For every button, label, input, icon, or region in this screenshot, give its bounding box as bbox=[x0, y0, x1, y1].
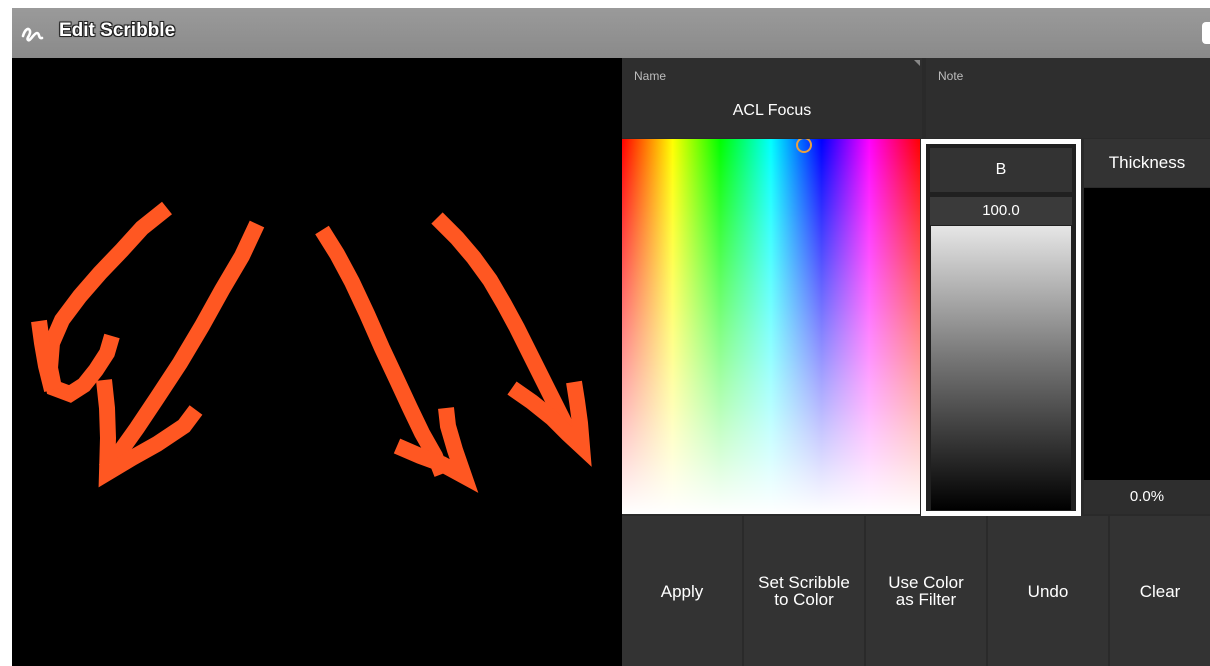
brightness-channel-label: B bbox=[930, 148, 1072, 192]
color-panel: Name ACL Focus Note B 100.0 Thickness 0.… bbox=[622, 58, 1210, 666]
thickness-value: 0.0% bbox=[1084, 480, 1210, 514]
window-title: Edit Scribble bbox=[59, 20, 176, 41]
set-scribble-to-color-button[interactable]: Set Scribble to Color bbox=[744, 516, 864, 666]
scribble-strokes bbox=[31, 201, 592, 493]
brightness-slider[interactable] bbox=[931, 226, 1071, 510]
use-color-as-filter-button[interactable]: Use Color as Filter bbox=[866, 516, 986, 666]
thickness-slider[interactable] bbox=[1084, 188, 1210, 480]
scribble-drawing bbox=[31, 201, 592, 493]
color-spectrum-picker[interactable] bbox=[622, 139, 920, 514]
name-label: Name bbox=[634, 69, 667, 83]
use-color-button-label: Use Color as Filter bbox=[888, 573, 964, 609]
apply-button-label: Apply bbox=[660, 581, 704, 601]
title-bar: Edit Scribble bbox=[12, 8, 1210, 58]
name-field[interactable]: Name ACL Focus bbox=[622, 58, 922, 138]
saturation-gradient bbox=[622, 139, 920, 514]
note-label: Note bbox=[938, 69, 964, 83]
brightness-value: 100.0 bbox=[930, 197, 1072, 225]
clear-button-label: Clear bbox=[1139, 581, 1181, 601]
thickness-label: Thickness bbox=[1084, 139, 1210, 187]
apply-button[interactable]: Apply bbox=[622, 516, 742, 666]
clear-button[interactable]: Clear bbox=[1110, 516, 1210, 666]
undo-button[interactable]: Undo bbox=[988, 516, 1108, 666]
edit-corner-icon bbox=[914, 60, 920, 66]
close-icon[interactable] bbox=[1202, 22, 1210, 44]
scribble-icon bbox=[21, 27, 44, 42]
name-value: ACL Focus bbox=[732, 102, 812, 119]
undo-button-label: Undo bbox=[1027, 581, 1069, 601]
brightness-slider-box[interactable]: B 100.0 bbox=[921, 139, 1081, 516]
edit-scribble-window: Edit Scribble Name ACL Focus Note B 100.… bbox=[12, 8, 1210, 666]
scribble-canvas[interactable] bbox=[12, 58, 620, 666]
set-scribble-button-label: Set Scribble to Color bbox=[758, 573, 850, 609]
note-field[interactable]: Note bbox=[926, 58, 1210, 138]
